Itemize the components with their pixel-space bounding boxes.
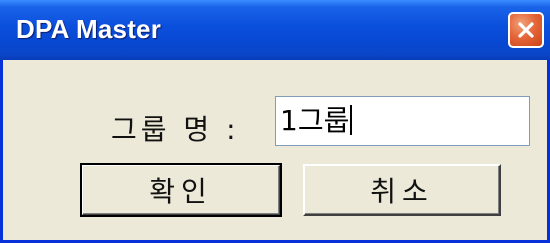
ok-button-label: 확인 <box>149 175 213 208</box>
text-caret <box>350 105 353 135</box>
dialog-window: DPA Master 그룹 명 : 1그룹 확인 취소 <box>0 0 550 243</box>
group-name-input[interactable]: 1그룹 <box>275 96 530 146</box>
cancel-button[interactable]: 취소 <box>303 164 501 216</box>
close-button[interactable] <box>508 12 544 48</box>
window-title: DPA Master <box>16 14 162 44</box>
title-bar[interactable]: DPA Master <box>0 0 550 60</box>
close-icon <box>518 22 534 38</box>
group-name-value: 1그룹 <box>280 104 350 137</box>
cancel-button-label: 취소 <box>370 175 434 208</box>
group-name-label: 그룹 명 : <box>111 113 240 146</box>
ok-button[interactable]: 확인 <box>80 163 282 217</box>
